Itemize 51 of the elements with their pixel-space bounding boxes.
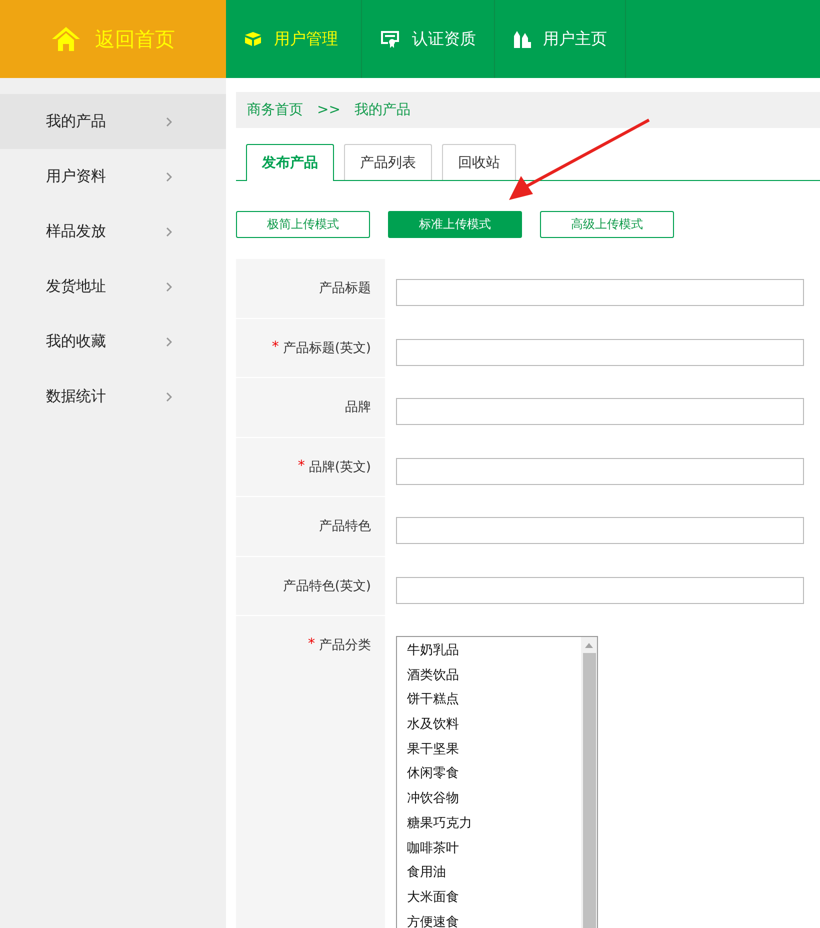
home-icon [51, 26, 81, 52]
list-option[interactable]: 方便速食 [407, 910, 581, 928]
list-option[interactable]: 牛奶乳品 [407, 639, 581, 664]
chevron-right-icon [166, 116, 172, 126]
sidebar-item[interactable]: 数据统计 [0, 369, 226, 424]
upload-mode-button[interactable]: 高级上传模式 [540, 211, 674, 238]
tab[interactable]: 产品列表 [344, 144, 432, 180]
chevron-right-icon [166, 172, 172, 182]
input-field[interactable] [396, 576, 804, 604]
required-mark: * [308, 636, 315, 654]
upload-mode-button[interactable]: 极简上传模式 [236, 211, 370, 238]
buildings-icon [513, 30, 531, 48]
list-option[interactable]: 大米面食 [407, 886, 581, 911]
sidebar-item[interactable]: 样品发放 [0, 204, 226, 259]
certificate-icon [380, 30, 400, 48]
input-field[interactable] [396, 398, 804, 425]
chevron-right-icon [166, 226, 172, 236]
field-label: 品牌(英文) [308, 458, 371, 476]
input-field[interactable] [396, 458, 804, 484]
required-mark: * [298, 458, 305, 476]
list-option[interactable]: 冲饮谷物 [407, 787, 581, 812]
field-label: 产品特色 [319, 518, 371, 536]
tab[interactable]: 回收站 [442, 144, 516, 180]
field-label: 产品特色(英文) [282, 578, 371, 596]
field-label: 产品标题(英文) [282, 340, 371, 358]
field-label: 产品标题 [319, 280, 371, 298]
list-option[interactable]: 酒类饮品 [407, 664, 581, 688]
sidebar-item[interactable]: 我的收藏 [0, 314, 226, 369]
input-field[interactable] [396, 517, 804, 544]
chevron-right-icon [166, 336, 172, 346]
list-option[interactable]: 糖果巧克力 [407, 812, 581, 836]
field-label: 品牌 [345, 399, 371, 417]
field-label: 产品分类 [319, 637, 371, 655]
required-mark: * [272, 338, 279, 356]
sidebar-item[interactable]: 用户资料 [0, 149, 226, 204]
list-option[interactable]: 果干坚果 [407, 738, 581, 762]
list-option[interactable]: 饼干糕点 [407, 688, 581, 714]
list-option[interactable]: 食用油 [407, 861, 581, 886]
sidebar-item[interactable]: 发货地址 [0, 259, 226, 314]
list-option[interactable]: 咖啡茶叶 [407, 836, 581, 862]
scroll-up-icon [585, 643, 593, 648]
scrollbar[interactable] [581, 637, 597, 928]
box-icon [244, 31, 262, 47]
chevron-right-icon [166, 282, 172, 292]
input-field[interactable] [396, 279, 804, 306]
chevron-right-icon [166, 392, 172, 402]
sidebar-item[interactable]: 我的产品 [0, 94, 226, 149]
input-field[interactable] [396, 338, 804, 366]
list-option[interactable]: 水及饮料 [407, 713, 581, 738]
category-listbox[interactable]: 牛奶乳品 酒类饮品 饼干糕点 水及饮料 果干坚果 休闲零食 冲饮谷物 糖果巧克力 咖啡茶叶 食用油 大米面食 方便速食 [396, 636, 598, 928]
list-option[interactable]: 休闲零食 [407, 762, 581, 788]
